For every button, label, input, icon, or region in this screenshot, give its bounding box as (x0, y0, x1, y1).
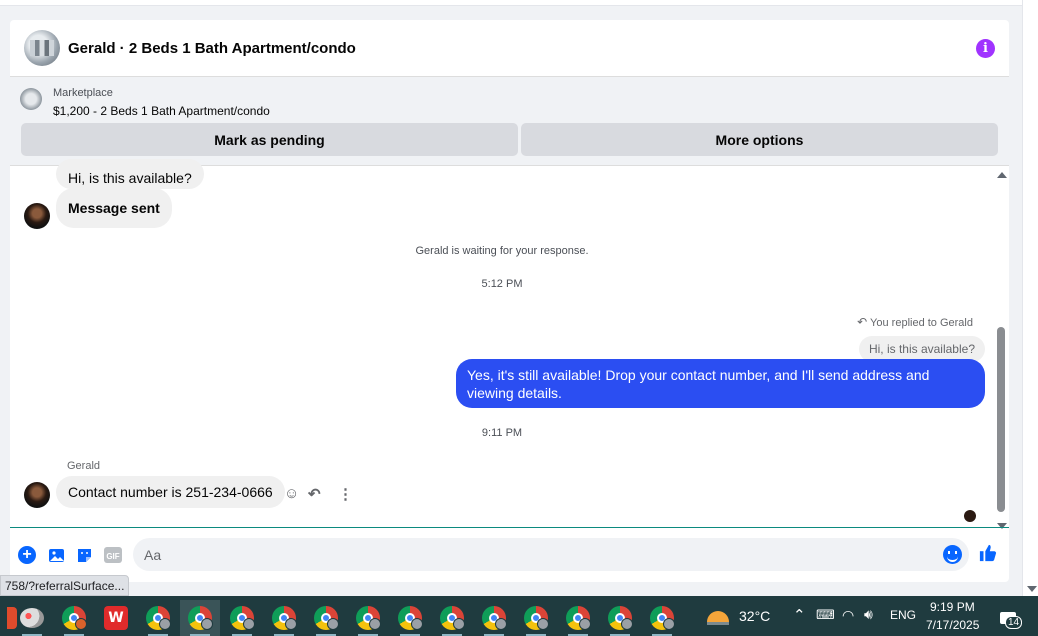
waiting-note: Gerald is waiting for your response. (415, 245, 589, 257)
seen-avatar (964, 510, 976, 522)
message-bubble[interactable]: Contact number is 251-234-0666 (56, 476, 285, 508)
marketplace-label: Marketplace (53, 87, 113, 99)
more-actions-icon[interactable]: ⋮ (338, 485, 353, 503)
thumbs-up-icon[interactable] (979, 544, 997, 562)
volume-icon[interactable]: 🔊︎ (864, 606, 873, 623)
chrome-profile-icon[interactable] (516, 600, 556, 636)
page-scrollbar[interactable] (1022, 0, 1038, 596)
chrome-profile-icon[interactable] (138, 600, 178, 636)
replied-note: ↶ You replied to Gerald (857, 315, 973, 329)
chat-header: Gerald · 2 Beds 1 Bath Apartment/condo i (10, 20, 1009, 77)
add-plus-icon[interactable]: + (18, 546, 36, 564)
language-indicator[interactable]: ENG (890, 608, 916, 622)
timestamp: 9:11 PM (481, 427, 523, 439)
message-list: Hi, is this available? Message sent Gera… (10, 159, 1009, 529)
chevron-up-icon[interactable]: ⌃ (793, 606, 806, 624)
chrome-profile-icon[interactable] (348, 600, 388, 636)
more-options-button[interactable]: More options (521, 123, 998, 156)
photo-icon[interactable] (47, 546, 65, 564)
message-input[interactable]: Aa (133, 538, 969, 571)
marketplace-panel: Marketplace $1,200 - 2 Beds 1 Bath Apart… (10, 77, 1009, 166)
chat-window: Gerald · 2 Beds 1 Bath Apartment/condo i… (10, 20, 1009, 582)
taskbar: W 32°C ⌃ ⌨ ◠ 🔊︎ ENG 9:19 PM 7/17/2025 14 (0, 596, 1038, 636)
status-url-tooltip: 758/?referralSurface... (0, 575, 130, 596)
weather-icon[interactable] (700, 600, 736, 636)
wifi-icon[interactable]: ◠ (842, 607, 854, 624)
chrome-profile-icon[interactable] (474, 600, 514, 636)
notification-count-badge: 14 (1005, 616, 1023, 629)
mark-as-pending-button[interactable]: Mark as pending (21, 123, 518, 156)
gif-icon[interactable]: GIF (104, 546, 122, 564)
listing-title[interactable]: $1,200 - 2 Beds 1 Bath Apartment/condo (53, 104, 270, 118)
listing-photo-avatar[interactable] (24, 30, 60, 66)
listing-thumbnail[interactable] (20, 88, 42, 110)
gerald-avatar[interactable] (24, 203, 50, 229)
paint-app-icon[interactable] (12, 600, 52, 636)
input-method-icon[interactable]: ⌨ (816, 607, 835, 623)
message-bubble[interactable]: Message sent (56, 188, 172, 228)
chrome-profile-icon[interactable] (558, 600, 598, 636)
top-strip (0, 0, 1022, 6)
clock-date[interactable]: 7/17/2025 (926, 618, 979, 632)
composer: + GIF Aa (10, 527, 1009, 582)
chrome-profile-icon[interactable] (306, 600, 346, 636)
scroll-up-arrow-icon[interactable] (997, 172, 1007, 178)
chat-title[interactable]: Gerald · 2 Beds 1 Bath Apartment/condo (68, 40, 976, 57)
sticker-icon[interactable] (75, 546, 93, 564)
svg-text:GIF: GIF (106, 552, 119, 561)
message-bubble[interactable]: Hi, is this available? (56, 159, 204, 189)
emoji-icon[interactable] (943, 545, 962, 564)
reply-icon: ↶ (857, 315, 868, 329)
replied-label: You replied to Gerald (870, 317, 973, 329)
reply-arrow-icon[interactable]: ↶ (308, 485, 321, 503)
info-icon[interactable]: i (976, 38, 995, 58)
react-emoji-icon[interactable]: ☺ (284, 485, 299, 502)
clock-time[interactable]: 9:19 PM (930, 600, 975, 614)
sender-name: Gerald (67, 460, 101, 472)
gerald-avatar[interactable] (24, 482, 50, 508)
chrome-profile-icon[interactable] (600, 600, 640, 636)
chrome-profile-icon[interactable] (432, 600, 472, 636)
scroll-down-arrow-icon[interactable] (1027, 586, 1037, 592)
chrome-profile-icon[interactable] (390, 600, 430, 636)
chrome-profile-icon[interactable] (54, 600, 94, 636)
chrome-profile-icon[interactable] (222, 600, 262, 636)
chrome-profile-icon[interactable] (180, 600, 220, 636)
temperature[interactable]: 32°C (739, 608, 770, 624)
wps-office-icon[interactable]: W (96, 600, 136, 636)
outgoing-message-bubble[interactable]: Yes, it's still available! Drop your con… (456, 359, 985, 408)
timestamp: 5:12 PM (481, 278, 523, 290)
chrome-profile-icon[interactable] (264, 600, 304, 636)
scrollbar-thumb[interactable] (997, 327, 1005, 512)
chat-scrollbar[interactable] (994, 167, 1009, 529)
chrome-profile-icon[interactable] (642, 600, 682, 636)
